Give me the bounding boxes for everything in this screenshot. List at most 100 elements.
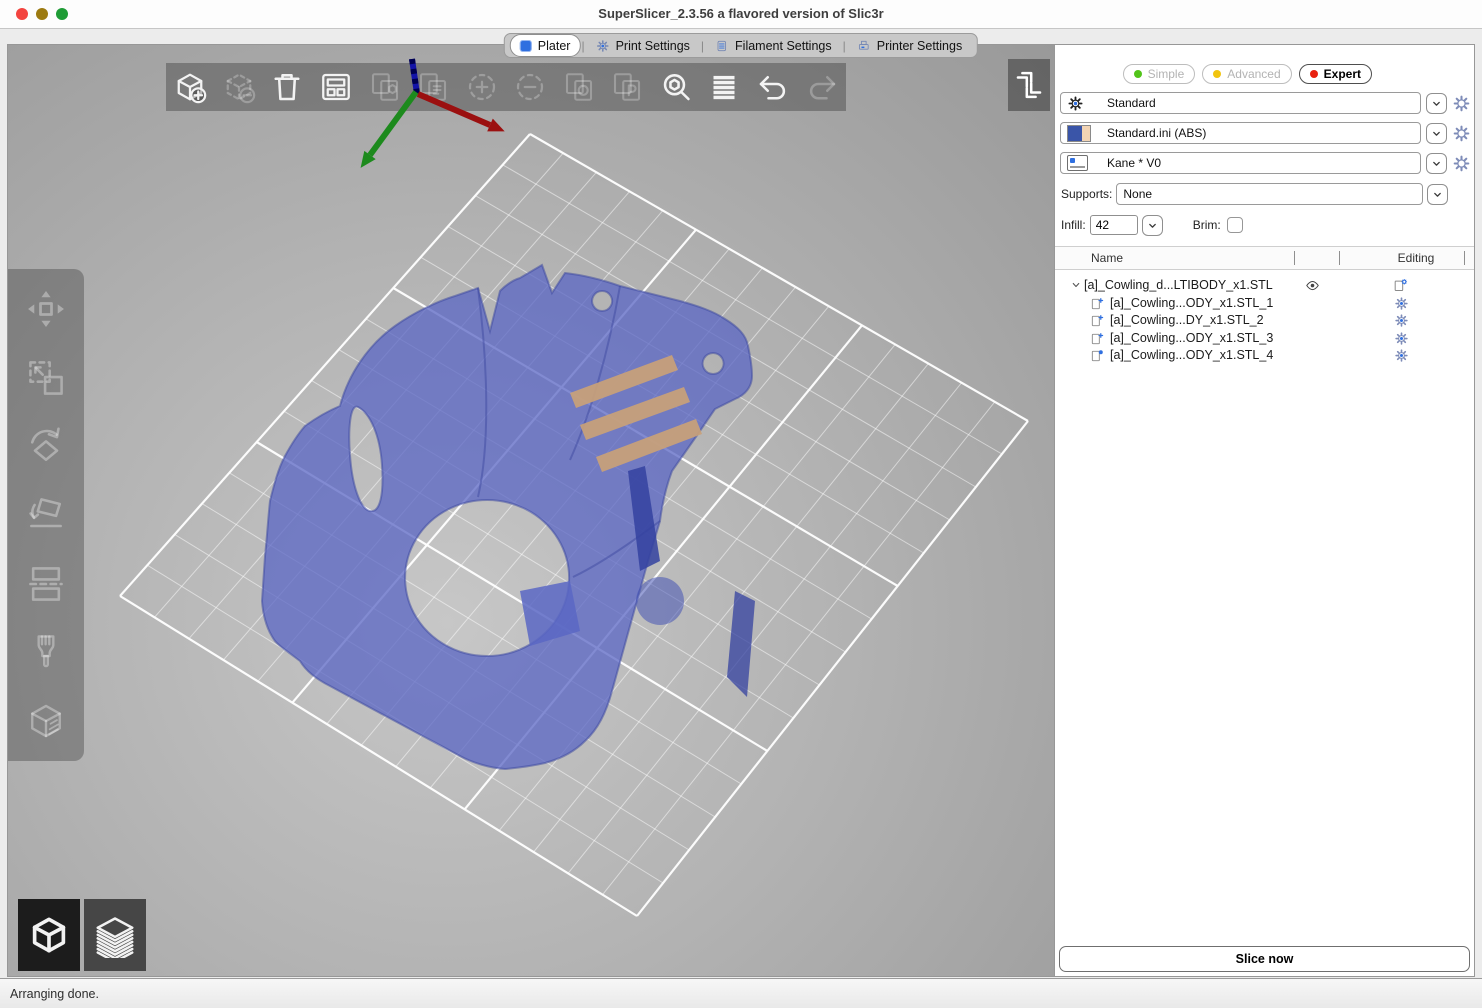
toolbar-delete-cube-button — [218, 66, 260, 108]
gizmo-paint-button[interactable] — [22, 628, 70, 676]
tab-filament-settings[interactable]: Filament Settings — [705, 34, 842, 57]
toolbar-redo-button — [801, 66, 843, 108]
filament-preset-row: Standard.ini (ABS) — [1060, 122, 1471, 144]
table-row[interactable]: [a]_Cowling...ODY_x1.STL_4 — [1055, 347, 1474, 365]
print-preset-dropdown-button[interactable] — [1426, 93, 1447, 114]
page-plus-icon — [1090, 297, 1104, 311]
tab-label: Printer Settings — [877, 39, 962, 53]
tab-printer-settings[interactable]: Printer Settings — [847, 34, 972, 57]
view-editor-3d-button[interactable] — [18, 899, 80, 971]
filament-settings-icon — [715, 39, 729, 53]
tab-print-settings[interactable]: Print Settings — [586, 34, 700, 57]
print-settings-icon — [596, 39, 610, 53]
main-content: Simple Advanced Expert Standard Standard.i… — [7, 44, 1475, 977]
gizmo-cut-button[interactable] — [22, 560, 70, 608]
toolbar-add-cube-button[interactable] — [169, 66, 211, 108]
mode-dot-icon — [1310, 70, 1318, 78]
supports-dropdown-button[interactable] — [1427, 184, 1448, 205]
model-3d — [262, 265, 755, 769]
gear-icon[interactable] — [1394, 331, 1409, 346]
object-part-label[interactable]: [a]_Cowling...DY_x1.STL_2 — [1110, 313, 1264, 327]
toolbar-paste-button — [412, 66, 454, 108]
object-list-header: Name Editing — [1055, 246, 1474, 270]
plater-icon — [520, 40, 532, 52]
slice-now-button[interactable]: Slice now — [1059, 946, 1470, 972]
main-tab-bar: Plater|Print Settings|Filament Settings|… — [504, 33, 978, 58]
close-window-button[interactable] — [16, 8, 28, 20]
printer-preset-dropdown-button[interactable] — [1426, 153, 1447, 174]
3d-viewport[interactable] — [8, 45, 1054, 976]
tab-plater[interactable]: Plater — [510, 34, 581, 57]
mode-selector: Simple Advanced Expert — [1055, 64, 1372, 84]
print-preset-row: Standard — [1060, 92, 1471, 114]
filament-preset-dropdown-button[interactable] — [1426, 123, 1447, 144]
mode-advanced-button[interactable]: Advanced — [1202, 64, 1291, 84]
toolbar-layers-button[interactable] — [703, 66, 745, 108]
printer-settings-gear-button[interactable] — [1452, 154, 1471, 173]
filament-preset-combo[interactable]: Standard.ini (ABS) — [1060, 122, 1421, 144]
brim-label: Brim: — [1193, 218, 1221, 232]
page-plus-icon — [1090, 332, 1104, 346]
printer-preset-combo[interactable]: Kane * V0 — [1060, 152, 1421, 174]
printer-preset-row: Kane * V0 — [1060, 152, 1471, 174]
mode-dot-icon — [1134, 70, 1142, 78]
mode-label: Expert — [1324, 67, 1361, 81]
gear-icon[interactable] — [1394, 313, 1409, 328]
brim-checkbox[interactable] — [1227, 217, 1243, 233]
eye-icon[interactable] — [1305, 278, 1320, 293]
gear-icon[interactable] — [1394, 348, 1409, 363]
gizmo-seam-button[interactable] — [22, 697, 70, 745]
gizmo-rotate-button[interactable] — [22, 422, 70, 470]
mode-label: Advanced — [1227, 67, 1280, 81]
toolbar-delete-all-trash-button[interactable] — [266, 66, 308, 108]
collapse-sidebar-button[interactable] — [1008, 59, 1050, 111]
traffic-lights — [16, 8, 68, 20]
table-row[interactable]: [a]_Cowling...DY_x1.STL_2 — [1055, 312, 1474, 330]
3d-scene-canvas[interactable] — [8, 45, 1054, 976]
page-plus-icon — [1090, 314, 1104, 328]
minimize-window-button[interactable] — [36, 8, 48, 20]
maximize-window-button[interactable] — [56, 8, 68, 20]
print-preset-value: Standard — [1107, 96, 1156, 110]
mode-simple-button[interactable]: Simple — [1123, 64, 1196, 84]
object-part-label[interactable]: [a]_Cowling...ODY_x1.STL_1 — [1110, 296, 1273, 310]
table-row[interactable]: [a]_Cowling...ODY_x1.STL_3 — [1055, 330, 1474, 348]
print-preset-combo[interactable]: Standard — [1060, 92, 1421, 114]
mode-expert-button[interactable]: Expert — [1299, 64, 1372, 84]
object-part-label[interactable]: [a]_Cowling...ODY_x1.STL_3 — [1110, 331, 1273, 345]
slice-button-area: Slice now — [1055, 942, 1474, 976]
gizmo-place-on-face-button[interactable] — [22, 491, 70, 539]
table-row[interactable]: [a]_Cowling_d...LTIBODY_x1.STL — [1055, 277, 1474, 295]
column-editing: Editing — [1371, 251, 1461, 265]
gizmo-scale-button[interactable] — [22, 354, 70, 402]
plater-toolbar — [166, 63, 846, 111]
infill-row: Infill: Brim: — [1061, 214, 1471, 236]
collapse-caret-icon[interactable] — [1070, 279, 1082, 291]
page-gear-icon[interactable] — [1393, 278, 1408, 293]
view-preview-layers-button[interactable] — [84, 899, 146, 971]
page-dot-icon — [1090, 349, 1104, 363]
toolbar-undo-button[interactable] — [752, 66, 794, 108]
gear-icon[interactable] — [1394, 296, 1409, 311]
infill-dropdown-button[interactable] — [1142, 215, 1163, 236]
supports-combo[interactable]: None — [1116, 183, 1423, 205]
toolbar-add-instance-button — [461, 66, 503, 108]
tab-label: Plater — [538, 39, 571, 53]
table-row[interactable]: [a]_Cowling...ODY_x1.STL_1 — [1055, 295, 1474, 313]
toolbar-search-button[interactable] — [655, 66, 697, 108]
infill-label: Infill: — [1061, 218, 1086, 232]
toolbar-arrange-button[interactable] — [315, 66, 357, 108]
toolbar-split-objects-button — [558, 66, 600, 108]
view-mode-buttons — [18, 899, 146, 971]
filament-settings-gear-button[interactable] — [1452, 124, 1471, 143]
object-part-label[interactable]: [a]_Cowling...ODY_x1.STL_4 — [1110, 348, 1273, 362]
supports-value: None — [1123, 187, 1152, 201]
object-root-label[interactable]: [a]_Cowling_d...LTIBODY_x1.STL — [1084, 278, 1273, 292]
gizmo-move-button[interactable] — [22, 285, 70, 333]
tab-label: Print Settings — [616, 39, 690, 53]
infill-input[interactable] — [1090, 215, 1138, 235]
supports-label: Supports: — [1061, 187, 1112, 201]
print-settings-gear-button[interactable] — [1452, 94, 1471, 113]
toolbar-split-parts-button — [606, 66, 648, 108]
mode-label: Simple — [1148, 67, 1185, 81]
